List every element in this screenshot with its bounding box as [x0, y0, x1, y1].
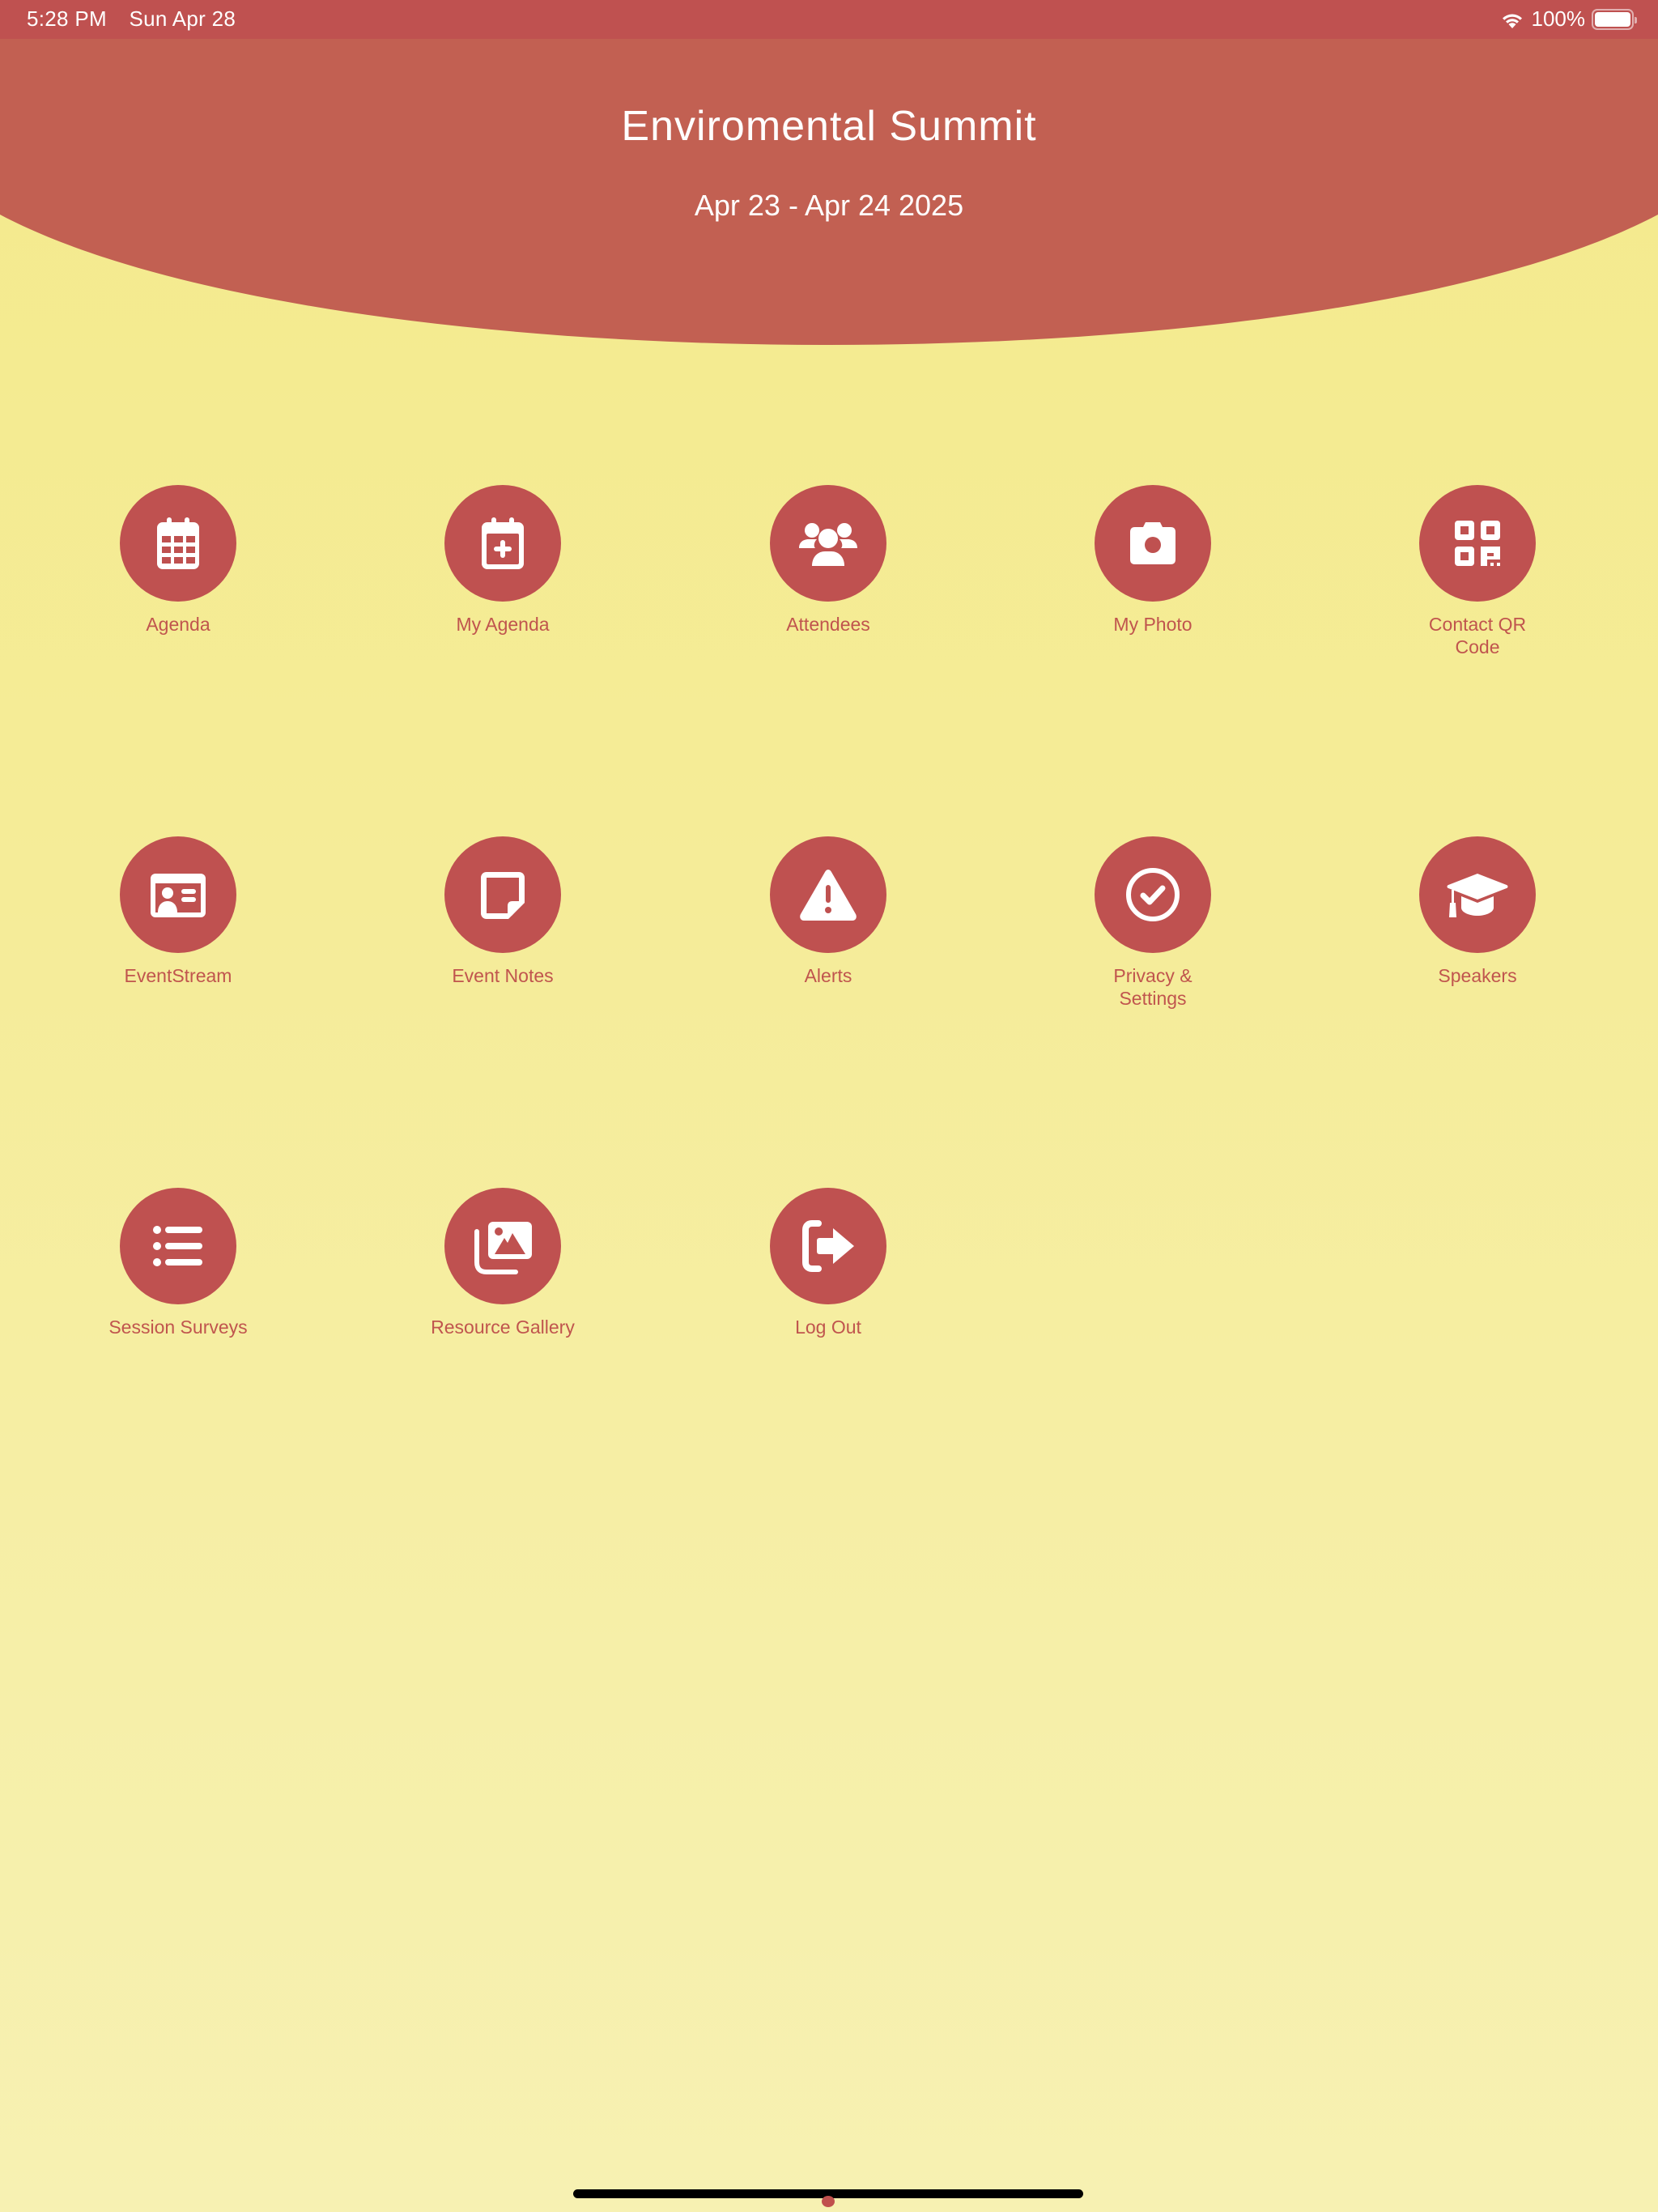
menu-item-contact-qr-code[interactable]: Contact QR Code — [1356, 485, 1599, 658]
menu-item-circle[interactable] — [444, 1188, 561, 1304]
menu-item-label: Log Out — [795, 1317, 861, 1338]
calendar-icon — [157, 517, 199, 569]
menu-item-attendees[interactable]: Attendees — [707, 485, 950, 636]
menu-item-eventstream[interactable]: EventStream — [57, 836, 300, 987]
logout-icon — [802, 1220, 854, 1272]
menu-item-event-notes[interactable]: Event Notes — [381, 836, 624, 987]
menu-item-label: Agenda — [146, 614, 210, 635]
menu-item-label: Privacy & Settings — [1113, 965, 1192, 1009]
menu-item-my-agenda[interactable]: My Agenda — [381, 485, 624, 636]
event-title: Enviromental Summit — [621, 103, 1037, 150]
menu-item-circle[interactable] — [120, 1188, 236, 1304]
status-right: 100% — [1499, 6, 1637, 32]
warning-icon — [800, 870, 857, 921]
menu-item-circle[interactable] — [770, 1188, 886, 1304]
menu-item-session-surveys[interactable]: Session Surveys — [57, 1188, 300, 1338]
menu-item-circle[interactable] — [1419, 485, 1536, 602]
battery-percent: 100% — [1531, 6, 1586, 31]
battery-fill — [1595, 11, 1630, 27]
menu-item-label: Session Surveys — [108, 1317, 248, 1338]
menu-item-label: My Photo — [1113, 614, 1192, 635]
menu-item-log-out[interactable]: Log Out — [707, 1188, 950, 1338]
id-card-icon — [151, 874, 206, 917]
menu-item-alerts[interactable]: Alerts — [707, 836, 950, 987]
menu-item-label: Resource Gallery — [431, 1317, 575, 1338]
calendar-plus-icon — [482, 517, 524, 569]
menu-item-speakers[interactable]: Speakers — [1356, 836, 1599, 987]
menu-item-circle[interactable] — [770, 836, 886, 953]
status-time: 5:28 PM — [27, 6, 107, 31]
menu-item-label: Speakers — [1438, 965, 1517, 986]
menu-item-circle[interactable] — [1095, 485, 1211, 602]
menu-item-circle[interactable] — [120, 485, 236, 602]
menu-item-label: Event Notes — [452, 965, 554, 986]
menu-item-my-photo[interactable]: My Photo — [1031, 485, 1274, 636]
qr-code-icon — [1455, 521, 1500, 566]
sticky-note-icon — [481, 872, 525, 919]
menu-item-label: Attendees — [786, 614, 870, 635]
menu-item-resource-gallery[interactable]: Resource Gallery — [381, 1188, 624, 1338]
menu-item-circle[interactable] — [770, 485, 886, 602]
menu-item-agenda[interactable]: Agenda — [57, 485, 300, 636]
status-left: 5:28 PM Sun Apr 28 — [27, 6, 236, 32]
menu-item-circle[interactable] — [1095, 836, 1211, 953]
event-header: Enviromental Summit Apr 23 - Apr 24 2025 — [0, 0, 1658, 348]
event-dates: Apr 23 - Apr 24 2025 — [694, 189, 964, 222]
menu-item-privacy-settings[interactable]: Privacy & Settings — [1031, 836, 1274, 1010]
header-curve-shape — [0, 0, 1658, 345]
menu-item-label: Alerts — [804, 965, 852, 986]
status-date: Sun Apr 28 — [129, 6, 236, 31]
users-icon — [799, 523, 857, 566]
menu-item-circle[interactable] — [120, 836, 236, 953]
camera-icon — [1130, 522, 1175, 564]
menu-item-label: EventStream — [124, 965, 232, 986]
menu-item-circle[interactable] — [444, 836, 561, 953]
menu-item-label: My Agenda — [456, 614, 550, 635]
check-circle-icon — [1126, 868, 1180, 921]
menu-item-circle[interactable] — [1419, 836, 1536, 953]
menu-item-label: Contact QR Code — [1428, 614, 1527, 657]
wifi-icon — [1502, 14, 1522, 28]
images-icon — [474, 1222, 532, 1274]
battery-icon — [1592, 8, 1637, 30]
list-icon — [153, 1226, 202, 1266]
status-bar: 5:28 PM Sun Apr 28 100% — [0, 0, 1658, 39]
graduation-cap-icon — [1447, 874, 1508, 917]
page-indicator-dot — [822, 2196, 835, 2207]
menu-item-circle[interactable] — [444, 485, 561, 602]
